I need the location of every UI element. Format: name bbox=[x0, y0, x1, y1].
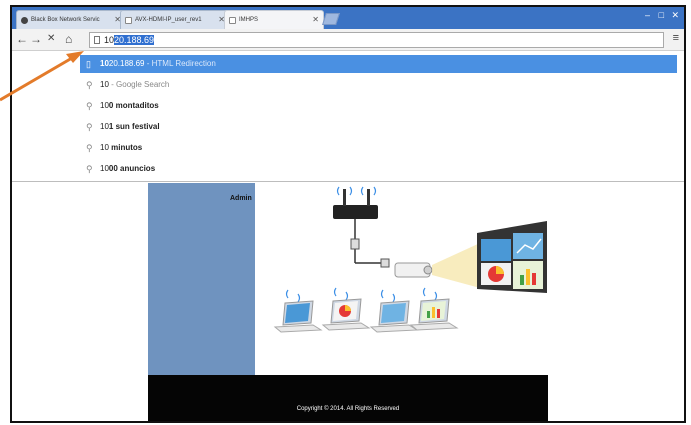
page-icon: ▯ bbox=[86, 59, 91, 69]
tab-page-icon bbox=[125, 17, 132, 24]
hdmi-cable-icon bbox=[350, 219, 390, 268]
search-icon: ⚲ bbox=[86, 101, 93, 111]
forward-icon[interactable]: → bbox=[30, 32, 42, 46]
search-icon: ⚲ bbox=[86, 143, 93, 153]
sidebar-panel bbox=[148, 183, 255, 375]
laptop-icon bbox=[369, 289, 419, 333]
new-tab-button[interactable] bbox=[322, 13, 340, 25]
projector-icon bbox=[394, 243, 480, 288]
suggestion-prefix: 10 bbox=[100, 143, 109, 152]
screenshot: Black Box Network Servic ✕ AVX-HDMI-IP_u… bbox=[0, 0, 691, 425]
admin-link[interactable]: Admin bbox=[230, 195, 252, 202]
address-autocomplete: 20.188.69 bbox=[114, 35, 155, 45]
tab-label: AVX-HDMI-IP_user_rev1 bbox=[135, 17, 202, 23]
page-footer: Copyright © 2014. All Rights Reserved bbox=[148, 375, 548, 421]
tab-page-icon bbox=[229, 17, 236, 24]
menu-icon[interactable]: ≡ bbox=[673, 32, 679, 44]
wifi-router-icon bbox=[333, 186, 378, 219]
search-icon: ⚲ bbox=[86, 164, 93, 174]
tab-strip: Black Box Network Servic ✕ AVX-HDMI-IP_u… bbox=[12, 7, 684, 29]
tab-avx-manual[interactable]: AVX-HDMI-IP_user_rev1 ✕ bbox=[120, 10, 230, 29]
suggestion-prefix: 10 bbox=[100, 59, 109, 68]
suggestion-text: 00 anuncios bbox=[108, 164, 156, 173]
search-icon: ⚲ bbox=[86, 80, 93, 90]
address-typed: 10 bbox=[104, 35, 115, 45]
suggestion-desc: - HTML Redirection bbox=[144, 59, 216, 68]
stop-icon[interactable]: ✕ bbox=[47, 32, 55, 46]
suggestion-item[interactable]: ⚲ 100 montaditos bbox=[80, 97, 677, 115]
video-wall-icon bbox=[477, 221, 547, 293]
tab-favicon-icon bbox=[21, 17, 28, 24]
laptop-icons bbox=[273, 287, 459, 333]
suggestion-item[interactable]: ▯ 1020.188.69 - HTML Redirection bbox=[80, 55, 677, 73]
home-icon[interactable]: ⌂ bbox=[65, 32, 72, 46]
tab-label: IMHPS bbox=[239, 17, 259, 23]
laptop-icon bbox=[273, 289, 323, 333]
suggestion-prefix: 10 bbox=[100, 122, 109, 131]
tab-close-icon[interactable]: ✕ bbox=[312, 15, 319, 24]
tab-black-box[interactable]: Black Box Network Servic ✕ bbox=[16, 10, 126, 29]
tab-label: Black Box Network Servic bbox=[31, 17, 100, 23]
minimize-icon[interactable]: – bbox=[645, 10, 650, 20]
network-illustration bbox=[273, 186, 547, 333]
close-window-icon[interactable]: ✕ bbox=[671, 10, 679, 21]
suggestion-item[interactable]: ⚲ 101 sun festival bbox=[80, 118, 677, 136]
address-text: 1020.188.69 bbox=[104, 33, 155, 47]
laptop-icon bbox=[321, 287, 371, 331]
suggestion-item[interactable]: ⚲ 10 minutos bbox=[80, 139, 677, 157]
browser-window: Black Box Network Servic ✕ AVX-HDMI-IP_u… bbox=[10, 5, 686, 423]
suggestion-item[interactable]: ⚲ 10 - Google Search bbox=[80, 76, 677, 94]
copyright-text: Copyright © 2014. All Rights Reserved bbox=[296, 406, 400, 412]
suggestion-desc: - Google Search bbox=[108, 80, 170, 89]
suggestion-text: 1 sun festival bbox=[108, 122, 160, 131]
suggestion-text: minutos bbox=[108, 143, 143, 152]
suggestion-item[interactable]: ⚲ 1000 anuncios bbox=[80, 160, 677, 178]
suggestion-prefix: 10 bbox=[100, 164, 109, 173]
back-icon[interactable]: ← bbox=[16, 32, 28, 46]
omnibox-suggestions: ▯ 1020.188.69 - HTML Redirection ⚲ 10 - … bbox=[12, 52, 684, 182]
suggestion-prefix: 10 bbox=[100, 101, 109, 110]
page-icon bbox=[94, 36, 100, 44]
search-icon: ⚲ bbox=[86, 122, 93, 132]
browser-toolbar: ← → ✕ ⌂ 1020.188.69 ≡ bbox=[12, 29, 684, 51]
maximize-icon[interactable]: □ bbox=[659, 10, 664, 20]
suggestion-text: 0 montaditos bbox=[108, 101, 159, 110]
web-page: Admin Copyright © 2014. All Rights Reser… bbox=[12, 183, 684, 421]
tab-imhps[interactable]: IMHPS ✕ bbox=[224, 10, 324, 29]
suggestion-text: 20.188.69 bbox=[108, 59, 145, 68]
suggestion-prefix: 10 bbox=[100, 80, 109, 89]
laptop-icon bbox=[409, 287, 459, 331]
address-bar[interactable]: 1020.188.69 bbox=[89, 32, 664, 48]
